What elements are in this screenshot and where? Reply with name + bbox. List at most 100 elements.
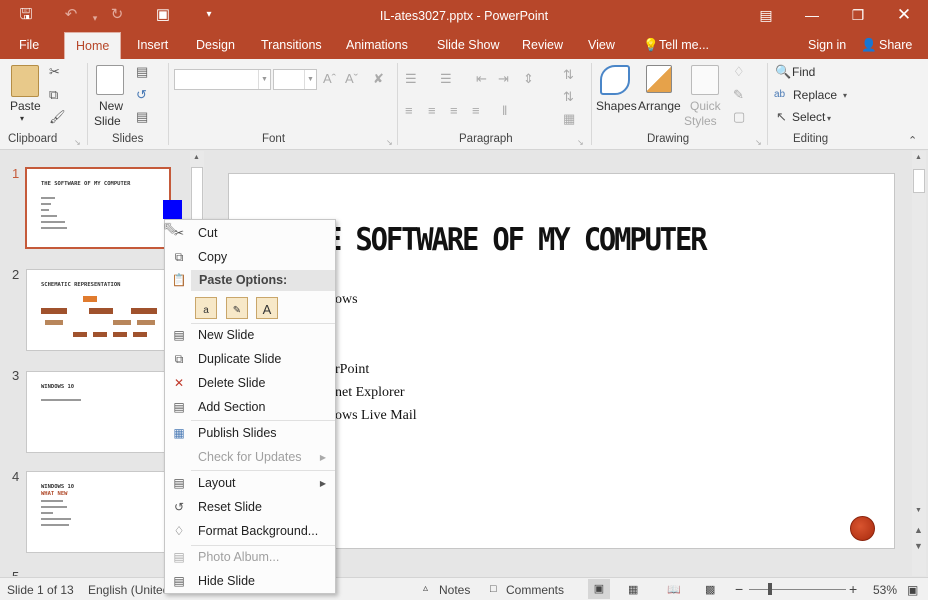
zoom-in-icon[interactable]: +: [849, 581, 857, 597]
shape-fill-icon[interactable]: ♢: [733, 64, 745, 80]
numbering-icon[interactable]: ☰: [440, 71, 452, 87]
thumbnail-slide-2[interactable]: SCHEMATIC REPRESENTATION: [26, 269, 172, 351]
menu-item-format-background[interactable]: Format Background...: [198, 524, 318, 538]
next-slide-icon[interactable]: ▼: [914, 541, 923, 551]
record-button-icon[interactable]: [850, 516, 875, 541]
bullets-icon[interactable]: ☰: [405, 71, 417, 87]
menu-item-layout[interactable]: Layout: [198, 476, 236, 490]
decrease-font-size-icon[interactable]: Aˇ: [345, 71, 358, 87]
paste-use-destination-theme-icon[interactable]: a: [195, 297, 217, 319]
normal-view-icon[interactable]: ▣: [588, 579, 610, 599]
reset-icon[interactable]: ↺: [136, 87, 147, 103]
tab-view[interactable]: View: [588, 32, 615, 59]
new-slide-icon[interactable]: [96, 65, 124, 95]
zoom-level[interactable]: 53%: [873, 583, 897, 597]
paragraph-launcher-icon[interactable]: ↘: [577, 135, 584, 151]
text-direction-icon[interactable]: ⇅: [563, 67, 574, 83]
thumbnail-slide-3[interactable]: WINDOWS 10: [26, 371, 172, 453]
columns-icon[interactable]: ‖: [502, 103, 507, 119]
replace-button[interactable]: Replace: [793, 88, 837, 102]
menu-item-add-section[interactable]: Add Section: [198, 400, 265, 414]
close-icon[interactable]: ✕: [889, 4, 919, 26]
replace-icon[interactable]: ab: [774, 87, 785, 103]
select-button[interactable]: Select: [792, 110, 825, 124]
slide-title[interactable]: E SOFTWARE OF MY COMPUTER: [325, 222, 708, 258]
slide-sorter-icon[interactable]: ▦: [628, 583, 638, 596]
cut-icon[interactable]: ✂: [49, 64, 60, 80]
align-left-icon[interactable]: ≡: [405, 103, 413, 119]
quick-styles-label-2[interactable]: Styles: [684, 114, 717, 128]
slide-scroll-thumb[interactable]: [913, 169, 925, 193]
find-icon[interactable]: 🔍: [775, 64, 791, 80]
tab-animations[interactable]: Animations: [346, 32, 408, 59]
increase-indent-icon[interactable]: ⇥: [498, 71, 509, 87]
tab-design[interactable]: Design: [196, 32, 235, 59]
copy-icon[interactable]: ⧉: [49, 87, 58, 103]
font-name-combo[interactable]: ▼: [174, 69, 271, 90]
shape-effects-icon[interactable]: ▢: [733, 109, 745, 125]
minimize-icon[interactable]: —: [797, 4, 827, 26]
sign-in-link[interactable]: Sign in: [808, 32, 846, 59]
quick-styles-icon[interactable]: [691, 65, 719, 95]
line-spacing-icon[interactable]: ⇕: [523, 71, 534, 87]
slide-bullet[interactable]: ows: [335, 292, 358, 308]
reading-view-icon[interactable]: 📖: [667, 583, 681, 596]
menu-item-delete-slide[interactable]: Delete Slide: [198, 376, 265, 390]
slide-scrollbar[interactable]: ▲ ▼ ▲ ▼: [912, 151, 926, 576]
menu-item-publish-slides[interactable]: Publish Slides: [198, 426, 277, 440]
scroll-up-icon[interactable]: ▲: [915, 154, 922, 161]
tab-file[interactable]: File: [19, 32, 39, 59]
select-dropdown-icon[interactable]: ▾: [827, 111, 831, 127]
slideshow-view-icon[interactable]: ▩: [705, 583, 715, 596]
share-button[interactable]: Share: [879, 32, 912, 59]
menu-item-copy[interactable]: Copy: [198, 250, 227, 264]
menu-item-check-updates[interactable]: Check for Updates: [198, 450, 302, 464]
ribbon-display-options-icon[interactable]: ▤: [751, 4, 781, 26]
zoom-slider-thumb[interactable]: [768, 583, 772, 595]
menu-item-cut[interactable]: Cut: [198, 226, 217, 240]
paste-keep-source-formatting-icon[interactable]: ✎: [226, 297, 248, 319]
scroll-up-icon[interactable]: ▲: [193, 154, 200, 161]
replace-dropdown-icon[interactable]: ▾: [843, 88, 847, 104]
slide-bullet[interactable]: ows Live Mail: [335, 408, 417, 424]
tab-home[interactable]: Home: [64, 32, 122, 59]
decrease-indent-icon[interactable]: ⇤: [476, 71, 487, 87]
tab-review[interactable]: Review: [522, 32, 563, 59]
menu-item-reset-slide[interactable]: Reset Slide: [198, 500, 262, 514]
menu-item-duplicate-slide[interactable]: Duplicate Slide: [198, 352, 281, 366]
shapes-button[interactable]: Shapes: [596, 99, 637, 113]
font-launcher-icon[interactable]: ↘: [386, 135, 393, 151]
language-indicator[interactable]: English (United: [88, 583, 169, 597]
tab-transitions[interactable]: Transitions: [261, 32, 322, 59]
quick-styles-label-1[interactable]: Quick: [690, 99, 721, 113]
thumbnail-slide-1[interactable]: THE SOFTWARE OF MY COMPUTER: [25, 167, 182, 249]
tab-insert[interactable]: Insert: [137, 32, 168, 59]
restore-icon[interactable]: ❐: [843, 4, 873, 26]
drawing-launcher-icon[interactable]: ↘: [755, 135, 762, 151]
paste-keep-text-only-icon[interactable]: A: [256, 297, 278, 319]
justify-icon[interactable]: ≡: [472, 103, 480, 119]
comments-button[interactable]: Comments: [506, 583, 564, 597]
menu-item-hide-slide[interactable]: Hide Slide: [198, 574, 255, 588]
clipboard-launcher-icon[interactable]: ↘: [74, 135, 81, 151]
layout-icon[interactable]: ▤: [136, 64, 148, 80]
fit-to-window-icon[interactable]: ▣: [907, 583, 918, 597]
zoom-slider[interactable]: [749, 589, 846, 590]
paste-icon[interactable]: [11, 65, 39, 97]
paste-dropdown-icon[interactable]: ▾: [20, 114, 24, 123]
menu-item-photo-album[interactable]: Photo Album...: [198, 550, 279, 564]
increase-font-size-icon[interactable]: Aˆ: [323, 71, 336, 87]
new-slide-label-1[interactable]: New: [99, 99, 123, 113]
align-center-icon[interactable]: ≡: [428, 103, 436, 119]
shapes-icon[interactable]: [600, 65, 630, 95]
menu-item-new-slide[interactable]: New Slide: [198, 328, 254, 342]
paste-button[interactable]: Paste: [10, 99, 41, 113]
smartart-icon[interactable]: ▦: [563, 111, 575, 127]
tab-slide-show[interactable]: Slide Show: [437, 32, 500, 59]
font-size-combo[interactable]: ▼: [273, 69, 317, 90]
find-button[interactable]: Find: [792, 65, 815, 79]
shape-outline-icon[interactable]: ✎: [733, 87, 744, 103]
notes-button[interactable]: Notes: [439, 583, 470, 597]
align-text-icon[interactable]: ⇅: [563, 89, 574, 105]
new-slide-label-2[interactable]: Slide: [94, 114, 121, 128]
